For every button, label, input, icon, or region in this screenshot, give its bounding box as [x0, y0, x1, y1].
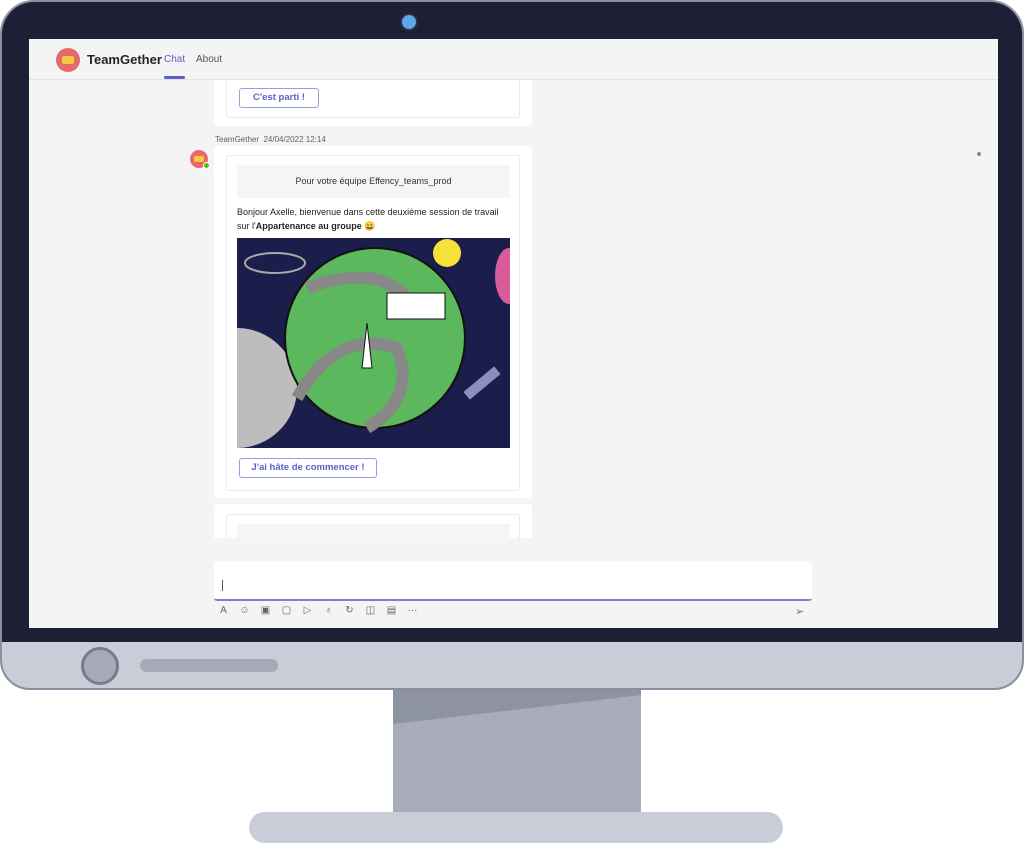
adaptive-card: [226, 514, 520, 538]
message-bubble: Pour votre équipe Effency_teams_prod Bon…: [214, 146, 532, 498]
praise-icon[interactable]: ♁: [322, 605, 335, 616]
app-title: TeamGether: [87, 52, 162, 67]
app-header: TeamGether Chat About: [29, 39, 998, 80]
status-available-icon: [203, 162, 210, 169]
scroll-indicator[interactable]: [977, 152, 981, 156]
adaptive-card: Pour votre équipe Effency_teams_prod Bon…: [226, 155, 520, 491]
teamgether-logo: [56, 48, 80, 72]
emoji-icon[interactable]: ☺: [238, 605, 251, 616]
message-bubble: C'est parti !: [214, 80, 532, 126]
chat-list[interactable]: C'est parti ! Pour votre équipe Effency_…: [214, 80, 534, 538]
team-header: Pour votre équipe Effency_teams_prod: [237, 165, 510, 198]
monitor-slot: [140, 659, 278, 672]
monitor-base: [249, 812, 783, 843]
active-tab-indicator: [164, 76, 185, 79]
cest-parti-button[interactable]: C'est parti !: [239, 88, 319, 108]
screen: TeamGether Chat About TeamGether 24/04/2…: [29, 39, 998, 628]
tab-about[interactable]: About: [196, 54, 222, 65]
send-icon[interactable]: ➢: [795, 605, 804, 618]
power-button: [81, 647, 119, 685]
tab-chat[interactable]: Chat: [164, 54, 185, 65]
meet-icon[interactable]: ▷: [301, 605, 314, 616]
camera-icon: [400, 13, 418, 31]
format-icon[interactable]: A: [217, 605, 230, 616]
composer-toolbar: A ☺ ▣ ▢ ▷ ♁ ↻ ◫ ▤ ···: [217, 605, 419, 616]
monitor-frame: TeamGether Chat About TeamGether 24/04/2…: [0, 0, 1024, 690]
loop-icon[interactable]: ↻: [343, 605, 356, 616]
team-header: [237, 524, 510, 538]
intro-text: Bonjour Axelle, bienvenue dans cette deu…: [237, 207, 499, 231]
message-bubble: [214, 504, 532, 538]
text-cursor: [222, 580, 223, 591]
attach-icon[interactable]: ◫: [364, 605, 377, 616]
more-icon[interactable]: ···: [406, 605, 419, 616]
space-illustration: [237, 238, 510, 448]
adaptive-card: C'est parti !: [226, 80, 520, 118]
gif-icon[interactable]: ▣: [259, 605, 272, 616]
schedule-icon[interactable]: ▤: [385, 605, 398, 616]
commencer-button[interactable]: J'ai hâte de commencer !: [239, 458, 377, 478]
sticker-icon[interactable]: ▢: [280, 605, 293, 616]
message-input[interactable]: [214, 561, 812, 601]
